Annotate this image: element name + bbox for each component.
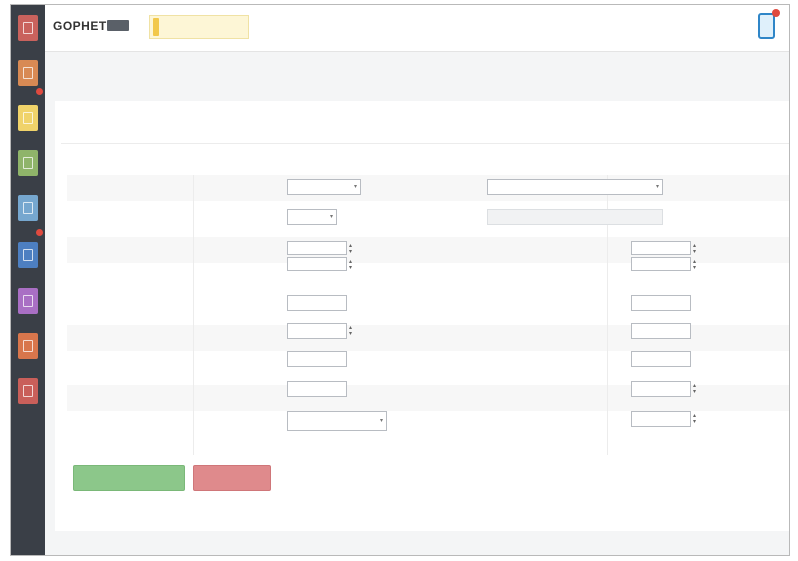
- tile-icon: [23, 22, 33, 34]
- chevron-down-icon: ▾: [353, 184, 357, 190]
- input-right-5[interactable]: [631, 323, 691, 339]
- rail-tile-2[interactable]: [18, 60, 38, 86]
- tile-icon: [23, 295, 33, 307]
- mobile-icon[interactable]: [758, 13, 775, 39]
- brand-badge: [107, 20, 129, 31]
- form-grid: ▾ ▾ ▾ ▴ ▾ ▴ ▾ ▴ ▾ ▴ ▾ ▴ ▾ ▴ ▾ ▾ ▴ ▾: [67, 175, 789, 455]
- notification-badge: [772, 9, 780, 17]
- chevron-down-icon: ▾: [379, 418, 383, 424]
- tile-icon: [23, 385, 33, 397]
- tile-icon: [23, 340, 33, 352]
- tile-icon: [23, 67, 33, 79]
- input-right-8[interactable]: [631, 411, 691, 427]
- date-right-b[interactable]: [631, 257, 691, 271]
- top-bar: GOPHET: [45, 5, 789, 52]
- input-left-6[interactable]: [287, 351, 347, 367]
- input-left-5[interactable]: [287, 323, 347, 339]
- tile-icon: [23, 249, 33, 261]
- brand-logo[interactable]: GOPHET: [53, 19, 107, 33]
- rail-tile-5[interactable]: [18, 195, 38, 221]
- stepper-icon[interactable]: ▴ ▾: [693, 259, 699, 271]
- stepper-icon[interactable]: ▴ ▾: [693, 383, 699, 395]
- tile-icon: [23, 202, 33, 214]
- stepper-icon[interactable]: ▴ ▾: [349, 243, 355, 255]
- column-rule: [193, 175, 194, 455]
- chevron-down-icon: ▾: [329, 214, 333, 220]
- breadcrumb: [55, 71, 79, 80]
- stepper-icon[interactable]: ▴ ▾: [349, 325, 355, 337]
- rail-tile-3[interactable]: [18, 105, 38, 131]
- date-left-b[interactable]: [287, 257, 347, 271]
- date-right-a[interactable]: [631, 241, 691, 255]
- left-rail: [11, 5, 45, 555]
- save-button[interactable]: [73, 465, 185, 491]
- stepper-icon[interactable]: ▴ ▾: [693, 413, 699, 425]
- input-right-4[interactable]: [631, 295, 691, 311]
- input-right-2[interactable]: [487, 209, 663, 225]
- main-panel: ▾ ▾ ▾ ▴ ▾ ▴ ▾ ▴ ▾ ▴ ▾ ▴ ▾ ▴ ▾ ▾ ▴ ▾: [55, 101, 789, 531]
- notice-banner: [149, 15, 249, 39]
- stepper-icon[interactable]: ▴ ▾: [693, 243, 699, 255]
- select-left-8[interactable]: ▾: [287, 411, 387, 431]
- sub-tabs: [67, 121, 87, 128]
- cancel-button[interactable]: [193, 465, 271, 491]
- rail-tile-6[interactable]: [18, 242, 38, 268]
- input-left-4[interactable]: [287, 295, 347, 311]
- stepper-icon[interactable]: ▴ ▾: [349, 259, 355, 271]
- rail-tile-1[interactable]: [18, 15, 38, 41]
- rail-tile-7[interactable]: [18, 288, 38, 314]
- chevron-down-icon: ▾: [655, 184, 659, 190]
- rail-alert-dot: [36, 229, 43, 236]
- rail-tile-4[interactable]: [18, 150, 38, 176]
- input-left-7[interactable]: [287, 381, 347, 397]
- notice-icon: [153, 18, 159, 36]
- tile-icon: [23, 112, 33, 124]
- rail-tile-8[interactable]: [18, 333, 38, 359]
- input-right-7[interactable]: [631, 381, 691, 397]
- divider: [61, 143, 789, 144]
- select-right-1[interactable]: ▾: [487, 179, 663, 195]
- rail-alert-dot: [36, 88, 43, 95]
- select-left-1[interactable]: ▾: [287, 179, 361, 195]
- select-left-2[interactable]: ▾: [287, 209, 337, 225]
- app-window: GOPHET ▾ ▾ ▾ ▴ ▾ ▴ ▾ ▴ ▾ ▴ ▾ ▴ ▾ ▴ ▾ ▾ ▴…: [10, 4, 790, 556]
- tile-icon: [23, 157, 33, 169]
- date-left-a[interactable]: [287, 241, 347, 255]
- input-right-6[interactable]: [631, 351, 691, 367]
- rail-tile-9[interactable]: [18, 378, 38, 404]
- row-band: [67, 175, 789, 201]
